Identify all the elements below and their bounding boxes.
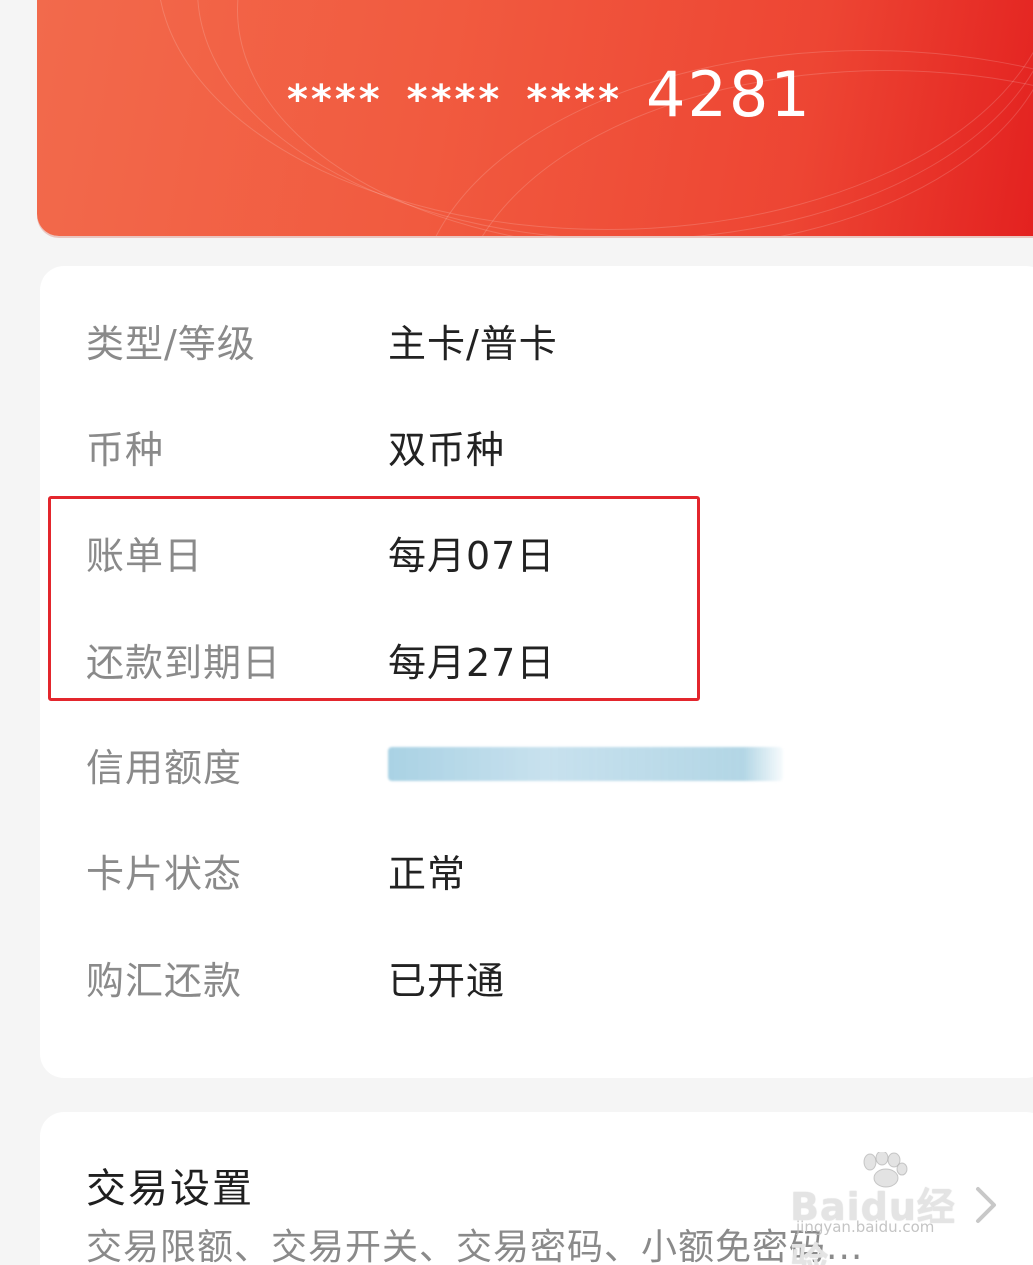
masked-digits: **** [406,77,503,123]
info-value: 主卡/普卡 [388,321,558,366]
info-label: 购汇还款 [86,958,243,1003]
baidu-watermark: Baidu经验 jingyan.baidu.com [790,1152,990,1265]
info-label: 类型/等级 [86,321,256,366]
transaction-settings-subtitle: 交易限额、交易开关、交易密码、小额免密码... [86,1227,864,1265]
info-label: 信用额度 [86,745,243,790]
info-value: 已开通 [388,958,506,1003]
card-detail-page: **** **** **** 4281 类型/等级 主卡/普卡 币种 双币种 账… [0,0,1033,1265]
watermark-url: jingyan.baidu.com [796,1218,935,1236]
masked-digits: **** [287,77,383,123]
credit-card[interactable]: **** **** **** 4281 [37,0,1033,236]
blurred-credit-limit [388,747,783,781]
card-last-four: 4281 [646,58,812,131]
masked-digits: **** [526,77,623,123]
info-value: 双币种 [388,427,506,472]
info-label: 币种 [86,427,165,472]
info-label: 卡片状态 [86,851,243,896]
transaction-settings-title: 交易设置 [86,1166,254,1212]
info-value: 正常 [388,851,467,896]
card-number: **** **** **** 4281 [287,60,812,130]
highlight-box [48,496,700,701]
